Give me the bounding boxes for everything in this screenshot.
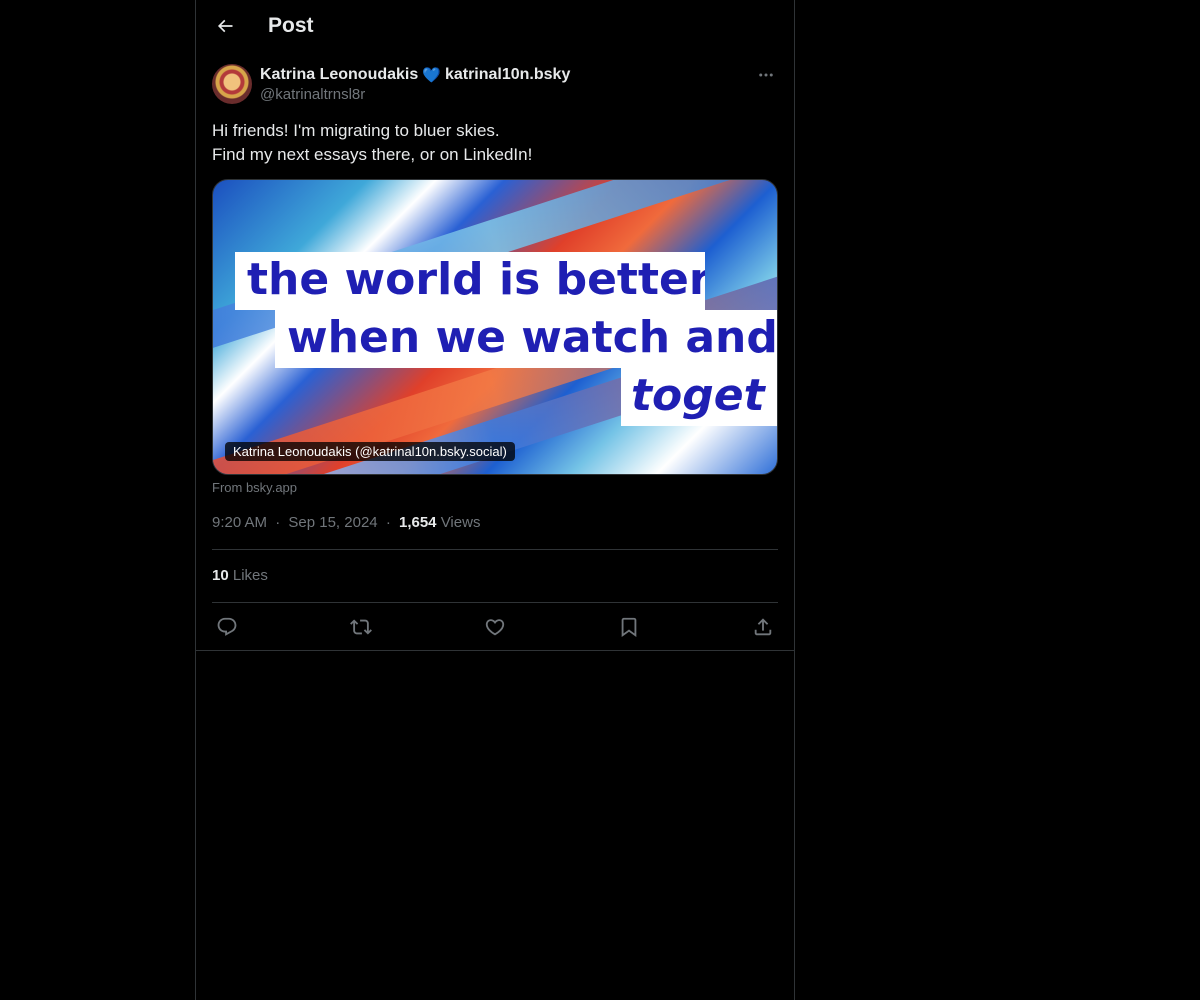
bookmark-icon	[621, 617, 637, 638]
banner-line-1: the world is better	[235, 252, 705, 310]
author-name[interactable]: Katrina Leonoudakis	[260, 66, 418, 84]
post-text-line: Hi friends! I'm migrating to bluer skies…	[212, 121, 500, 140]
author-name-suffix[interactable]: katrinal10n.bsky	[445, 66, 570, 84]
card-source[interactable]: From bsky.app	[212, 480, 297, 495]
author-handle[interactable]: @katrinaltrnsl8r	[260, 86, 365, 103]
repost-button[interactable]	[346, 614, 376, 640]
post-text-line: Find my next essays there, or on LinkedI…	[212, 145, 533, 164]
reply-icon	[217, 617, 237, 636]
likes-count: 10	[212, 567, 229, 584]
bookmark-button[interactable]	[614, 614, 644, 640]
header: Post	[196, 0, 794, 54]
reply-button[interactable]	[212, 614, 242, 640]
post-time[interactable]: 9:20 AM	[212, 514, 267, 531]
post-text: Hi friends! I'm migrating to bluer skies…	[212, 119, 778, 167]
divider	[212, 549, 778, 550]
views-label: Views	[440, 514, 481, 531]
author-row: Katrina Leonoudakis 💙 katrinal10n.bsky	[260, 64, 570, 86]
share-icon	[754, 618, 772, 636]
more-options-button[interactable]	[754, 66, 778, 84]
post-date[interactable]: Sep 15, 2024	[288, 514, 377, 531]
action-bar	[212, 614, 778, 640]
divider	[212, 602, 778, 603]
arrow-left-icon	[217, 19, 233, 33]
banner-line-2: when we watch and	[275, 310, 777, 368]
post-column: Post Katrina Leonoudakis 💙 katrinal10n.b…	[195, 0, 795, 1000]
back-button[interactable]	[208, 8, 242, 44]
post-meta: 9:20 AM · Sep 15, 2024 · 1,654 Views	[212, 514, 480, 534]
share-button[interactable]	[748, 614, 778, 640]
card-banner: the world is better when we watch and to…	[235, 252, 777, 430]
separator: ·	[275, 514, 281, 531]
separator: ·	[385, 514, 391, 531]
banner-line-3: toget	[621, 368, 777, 426]
divider	[196, 650, 794, 651]
more-horizontal-icon	[759, 73, 773, 77]
repost-icon	[350, 619, 372, 635]
views-count: 1,654	[398, 514, 437, 531]
link-card[interactable]: the world is better when we watch and to…	[212, 179, 778, 475]
likes-label: Likes	[232, 567, 268, 584]
card-caption: Katrina Leonoudakis (@katrinal10n.bsky.s…	[225, 442, 515, 461]
page-title: Post	[268, 14, 314, 37]
blue-heart-icon: 💙	[422, 67, 441, 84]
likes-row[interactable]: 10 Likes	[212, 567, 268, 584]
like-button[interactable]	[480, 614, 510, 640]
heart-icon	[485, 619, 505, 636]
avatar[interactable]	[212, 64, 252, 104]
